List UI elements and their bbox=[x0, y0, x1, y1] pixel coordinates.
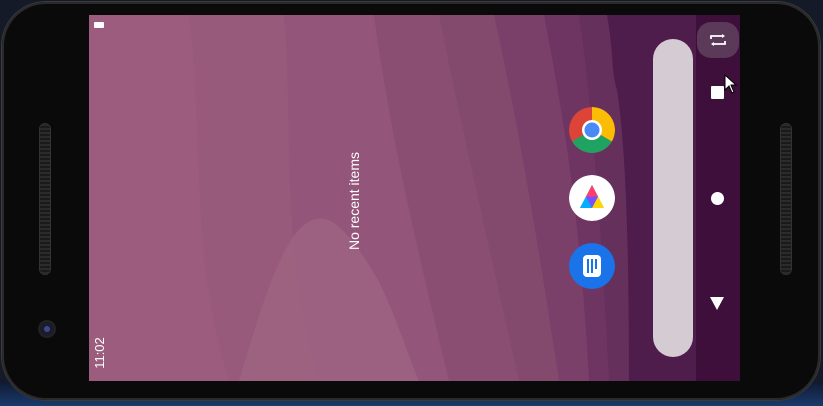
no-recent-items-label: No recent items bbox=[346, 151, 362, 251]
search-bar[interactable] bbox=[653, 39, 693, 357]
chrome-icon[interactable] bbox=[569, 107, 615, 153]
status-bar: 11:02 bbox=[89, 15, 109, 381]
battery-icon bbox=[94, 22, 104, 28]
messages-icon[interactable] bbox=[569, 243, 615, 289]
triangle-icon[interactable] bbox=[710, 297, 724, 310]
wallpaper bbox=[89, 15, 740, 381]
play-store-icon[interactable] bbox=[569, 175, 615, 221]
front-camera bbox=[40, 322, 54, 336]
status-clock: 11:02 bbox=[92, 337, 107, 369]
device-screen: 11:02 No recent items bbox=[89, 15, 740, 381]
square-icon[interactable] bbox=[711, 86, 724, 99]
circle-icon[interactable] bbox=[711, 192, 724, 205]
mouse-cursor-icon bbox=[724, 74, 738, 94]
rotate-icon bbox=[710, 34, 726, 46]
left-speaker-grille bbox=[40, 124, 50, 274]
right-speaker-grille bbox=[781, 124, 791, 274]
rotate-button[interactable] bbox=[697, 22, 739, 58]
